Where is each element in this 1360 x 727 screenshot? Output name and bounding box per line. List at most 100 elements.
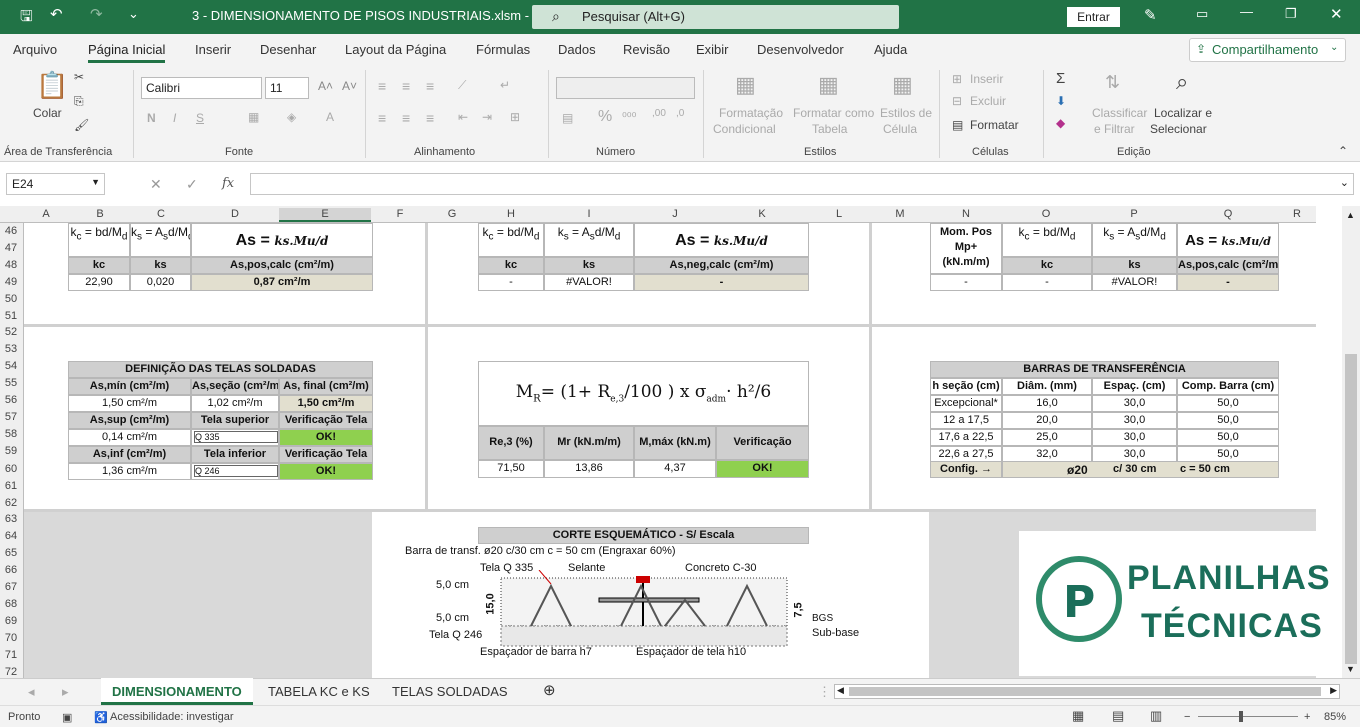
confirm-icon[interactable]: ✓ [186, 176, 198, 193]
merge-icon[interactable]: ⊞ [510, 110, 520, 124]
table-cell[interactable]: 0,14 cm²/m [68, 429, 191, 446]
tab-desenvolvedor[interactable]: Desenvolvedor [757, 42, 844, 57]
table-cell[interactable]: 0,020 [130, 274, 191, 291]
scroll-right-icon[interactable]: ▶ [1330, 685, 1337, 696]
percent-icon[interactable]: % [598, 108, 612, 126]
font-size-select[interactable]: 11 [265, 77, 309, 99]
clear-icon[interactable]: ◆ [1056, 116, 1065, 130]
delete-cells-icon[interactable]: ⊟ [952, 94, 962, 108]
paste-icon[interactable]: 📋 [36, 70, 68, 101]
minimize-icon[interactable]: — [1240, 4, 1253, 19]
tab-pagina-inicial[interactable]: Página Inicial [88, 42, 166, 63]
row-71[interactable]: 71 [0, 649, 22, 661]
col-r[interactable]: R [1277, 208, 1317, 220]
table-cell[interactable]: 17,6 a 22,5 [930, 429, 1002, 446]
row-50[interactable]: 50 [0, 293, 22, 305]
table-cell[interactable]: #VALOR! [544, 274, 634, 291]
italic-icon[interactable]: I [173, 111, 176, 125]
table-cell[interactable]: 1,50 cm²/m [68, 395, 191, 412]
row-69[interactable]: 69 [0, 615, 22, 627]
zoom-level[interactable]: 85% [1324, 711, 1346, 723]
row-49[interactable]: 49 [0, 276, 22, 288]
tab-inserir[interactable]: Inserir [195, 42, 231, 57]
table-cell[interactable]: 20,0 [1002, 412, 1092, 429]
close-icon[interactable]: ✕ [1330, 5, 1343, 23]
grow-font-icon[interactable]: A˄ [318, 79, 333, 93]
table-cell[interactable]: - [1177, 274, 1279, 291]
row-46[interactable]: 46 [0, 225, 22, 237]
table-cell[interactable]: 13,86 [544, 460, 634, 478]
row-56[interactable]: 56 [0, 394, 22, 406]
tela-inf-dropdown[interactable]: Q 246 [191, 463, 279, 480]
add-sheet-icon[interactable]: ⊕ [543, 681, 556, 699]
row-64[interactable]: 64 [0, 530, 22, 542]
tab-layout[interactable]: Layout da Página [345, 42, 446, 57]
align-left-icon[interactable]: ≡ [378, 110, 386, 126]
font-name-select[interactable]: Calibri [141, 77, 262, 99]
vertical-scrollbar[interactable]: ▲ ▼ [1342, 206, 1360, 678]
col-f[interactable]: F [380, 208, 420, 220]
paste-label[interactable]: Colar [33, 106, 62, 120]
customize-qat-icon[interactable]: ⌄ [128, 6, 139, 22]
sign-in-button[interactable]: Entrar [1067, 7, 1120, 27]
row-65[interactable]: 65 [0, 547, 22, 559]
row-54[interactable]: 54 [0, 360, 22, 372]
align-center-icon[interactable]: ≡ [402, 110, 410, 126]
row-63[interactable]: 63 [0, 513, 22, 525]
col-q[interactable]: Q [1208, 208, 1248, 220]
search-box[interactable]: ⌕ Pesquisar (Alt+G) [532, 5, 899, 29]
table-cell[interactable]: - [478, 274, 544, 291]
table-cell[interactable]: 50,0 [1177, 429, 1279, 446]
table-cell[interactable]: 1,02 cm²/m [191, 395, 279, 412]
row-58[interactable]: 58 [0, 428, 22, 440]
sort-label2[interactable]: e Filtrar [1094, 122, 1135, 136]
macro-icon[interactable]: ▣ [62, 711, 72, 724]
col-a[interactable]: A [26, 208, 66, 220]
orientation-icon[interactable]: ⟋ [458, 78, 466, 93]
sort-filter-icon[interactable]: ⇅ [1105, 72, 1120, 93]
find-label[interactable]: Localizar e [1154, 106, 1212, 120]
row-57[interactable]: 57 [0, 411, 22, 423]
cell-styles-label2[interactable]: Célula [883, 122, 917, 136]
cond-format-label[interactable]: Formatação [719, 106, 783, 120]
autosum-icon[interactable]: Σ [1056, 70, 1065, 87]
table-cell[interactable]: Excepcional* [930, 395, 1002, 412]
align-top-icon[interactable]: ≡ [378, 78, 386, 94]
col-k[interactable]: K [742, 208, 782, 220]
increase-decimal-icon[interactable]: ,00 [652, 108, 666, 119]
row-51[interactable]: 51 [0, 310, 22, 322]
align-middle-icon[interactable]: ≡ [402, 78, 410, 94]
table-cell[interactable]: 30,0 [1092, 395, 1177, 412]
currency-icon[interactable]: ▤ [562, 111, 573, 125]
undo-icon[interactable]: ↶ [50, 5, 63, 23]
format-cells-icon[interactable]: ▤ [952, 118, 963, 132]
col-d[interactable]: D [215, 208, 255, 220]
insert-cells-label[interactable]: Inserir [970, 72, 1003, 86]
tab-formulas[interactable]: Fórmulas [476, 42, 530, 57]
find-icon[interactable]: ⌕ [1176, 69, 1188, 95]
row-67[interactable]: 67 [0, 581, 22, 593]
scroll-up-icon[interactable]: ▲ [1346, 210, 1355, 220]
zoom-in-icon[interactable]: + [1304, 711, 1310, 723]
col-h[interactable]: H [491, 208, 531, 220]
cell-styles-label[interactable]: Estilos de [880, 106, 932, 120]
table-cell[interactable]: 1,50 cm²/m [279, 395, 373, 412]
tela-sup-dropdown[interactable]: Q 335 [191, 429, 279, 446]
table-cell[interactable]: 30,0 [1092, 429, 1177, 446]
row-70[interactable]: 70 [0, 632, 22, 644]
sheet-tab-label[interactable]: DIMENSIONAMENTO [112, 684, 242, 699]
insert-cells-icon[interactable]: ⊞ [952, 72, 962, 86]
table-cell[interactable]: 12 a 17,5 [930, 412, 1002, 429]
format-table-label2[interactable]: Tabela [812, 122, 847, 136]
sheet-tab-tabela[interactable]: TABELA KC e KS [268, 684, 370, 699]
tab-dados[interactable]: Dados [558, 42, 596, 57]
zoom-slider[interactable] [1198, 716, 1298, 717]
decrease-indent-icon[interactable]: ⇤ [458, 110, 468, 124]
tab-exibir[interactable]: Exibir [696, 42, 729, 57]
tab-prev-icon[interactable]: ◂ [28, 684, 35, 700]
tab-ajuda[interactable]: Ajuda [874, 42, 907, 57]
more-options-icon[interactable]: ⋮ [818, 684, 831, 700]
col-c[interactable]: C [141, 208, 181, 220]
cut-icon[interactable]: ✂ [74, 70, 84, 84]
row-62[interactable]: 62 [0, 497, 22, 509]
